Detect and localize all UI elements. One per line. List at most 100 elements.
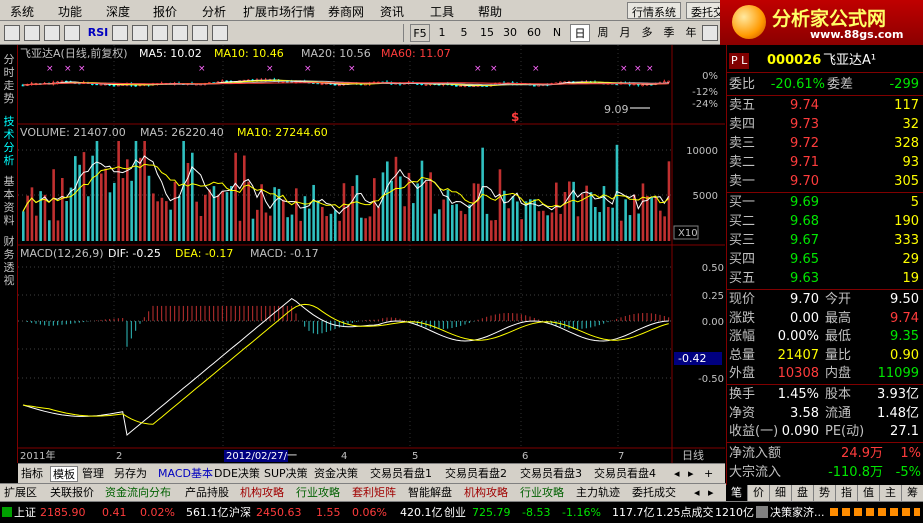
- quote-divider: [727, 72, 923, 73]
- period-menu-icon[interactable]: [702, 25, 718, 41]
- tab-arbitrage[interactable]: 套利矩阵: [352, 485, 396, 501]
- period-quarter[interactable]: 季: [660, 24, 678, 42]
- menu-analysis[interactable]: 分析: [202, 3, 226, 20]
- period-multi[interactable]: 多: [638, 24, 656, 42]
- tab-trader-2[interactable]: 交易员看盘2: [445, 466, 507, 482]
- quote-tab-main[interactable]: 主: [880, 485, 902, 501]
- menu-quote[interactable]: 报价: [153, 3, 177, 20]
- quote-tab-trades[interactable]: 笔: [726, 485, 748, 501]
- pointer-icon[interactable]: [4, 25, 20, 41]
- status-sh-label[interactable]: 上证: [14, 503, 36, 523]
- menu-function[interactable]: 功能: [58, 3, 82, 20]
- tab-template[interactable]: 模板: [50, 466, 78, 482]
- menu-news[interactable]: 资讯: [380, 3, 404, 20]
- menu-extended-market[interactable]: 扩展市场行情: [243, 3, 315, 20]
- period-day[interactable]: 日: [570, 24, 590, 42]
- rsi-button[interactable]: RSI: [86, 24, 110, 42]
- period-60min[interactable]: 60: [524, 24, 544, 42]
- period-n[interactable]: N: [548, 24, 566, 42]
- quote-system-button[interactable]: 行情系统: [627, 2, 681, 19]
- menu-tools[interactable]: 工具: [430, 3, 454, 20]
- tab-capital-flow[interactable]: 资金流向分布: [105, 485, 171, 501]
- tab-fundamentals[interactable]: 基本资料: [1, 175, 17, 233]
- bid-row[interactable]: 买二 9.68 190: [727, 213, 923, 231]
- period-30min[interactable]: 30: [500, 24, 520, 42]
- period-5min[interactable]: 5: [455, 24, 473, 42]
- menu-broker[interactable]: 券商网: [328, 3, 364, 20]
- tab-institution-1[interactable]: 机构攻略: [240, 485, 284, 501]
- right-icon[interactable]: [212, 25, 228, 41]
- tab-dde[interactable]: DDE决策: [214, 466, 260, 482]
- tab-intraday[interactable]: 分时走势: [1, 53, 17, 113]
- period-week[interactable]: 周: [594, 24, 612, 42]
- tab-related-quote[interactable]: 关联报价: [50, 485, 94, 501]
- tab-trader-1[interactable]: 交易员看盘1: [370, 466, 432, 482]
- tab-technical[interactable]: 技术分析: [1, 115, 17, 173]
- f5-button[interactable]: F5: [410, 24, 430, 42]
- tab-order-deal[interactable]: 委托成交: [632, 485, 676, 501]
- tab-extension[interactable]: 扩展区: [4, 485, 37, 501]
- tab-scroll-right-icon[interactable]: ▸: [688, 466, 694, 482]
- bid-volume: 190: [894, 214, 919, 229]
- quote-tab-index[interactable]: 指: [836, 485, 858, 501]
- status-news[interactable]: 决策家济...: [770, 503, 825, 523]
- quote-tab-detail[interactable]: 细: [770, 485, 792, 501]
- left-icon[interactable]: [192, 25, 208, 41]
- stock-picker-icon[interactable]: [112, 25, 128, 41]
- tab-main-track[interactable]: 主力轨迹: [576, 485, 620, 501]
- ask-row[interactable]: 卖一 9.70 305: [727, 173, 923, 191]
- volume-bar: [160, 197, 164, 241]
- tab-save-as[interactable]: 另存为: [114, 466, 147, 482]
- menu-depth[interactable]: 深度: [106, 3, 130, 20]
- tab-institution-2[interactable]: 机构攻略: [464, 485, 508, 501]
- quote-tab-trend[interactable]: 势: [814, 485, 836, 501]
- quote-tab-book[interactable]: 盘: [792, 485, 814, 501]
- refresh-icon[interactable]: [64, 25, 80, 41]
- kline-chart[interactable]: × × × × × × × × × × × × × 飞亚达A(日线,前复权) MA5: 10.02 MA…: [18, 45, 725, 463]
- tab-trader-3[interactable]: 交易员看盘3: [520, 466, 582, 482]
- tab-indicator[interactable]: 指标: [21, 466, 43, 482]
- chart-area[interactable]: × × × × × × × × × × × × × 飞亚达A(日线,前复权) MA5: 10.02 MA…: [18, 45, 725, 463]
- tab-industry-2[interactable]: 行业攻略: [520, 485, 564, 501]
- tab-manage[interactable]: 管理: [82, 466, 104, 482]
- tab-product-holdings[interactable]: 产品持股: [185, 485, 229, 501]
- bid-row[interactable]: 买四 9.65 29: [727, 251, 923, 269]
- tab-financials[interactable]: 财务透视: [1, 235, 17, 293]
- zoom-in-icon[interactable]: [152, 25, 168, 41]
- tab2-scroll-right-icon[interactable]: ▸: [708, 485, 714, 501]
- tab-industry-1[interactable]: 行业攻略: [296, 485, 340, 501]
- ask-row[interactable]: 卖四 9.73 32: [727, 116, 923, 134]
- tab-fund[interactable]: 资金决策: [314, 466, 358, 482]
- bid-row[interactable]: 买一 9.69 5: [727, 194, 923, 212]
- quote-tab-value[interactable]: 值: [858, 485, 880, 501]
- bid-row[interactable]: 买五 9.63 19: [727, 270, 923, 288]
- line-tool-icon[interactable]: [24, 25, 40, 41]
- status-hs-label[interactable]: 沪深: [229, 503, 251, 523]
- tab-trader-4[interactable]: 交易员看盘4: [594, 466, 656, 482]
- period-month[interactable]: 月: [616, 24, 634, 42]
- period-15min[interactable]: 15: [477, 24, 497, 42]
- tab-plus-icon[interactable]: +: [704, 466, 713, 482]
- menu-system[interactable]: 系统: [10, 3, 34, 20]
- tab-scroll-left-icon[interactable]: ◂: [674, 466, 680, 482]
- ask-row[interactable]: 卖二 9.71 93: [727, 154, 923, 172]
- quote-tab-chips[interactable]: 筹: [902, 485, 923, 501]
- bid-row[interactable]: 买三 9.67 333: [727, 232, 923, 250]
- stat2-label: 换手: [729, 387, 756, 402]
- ask-row[interactable]: 卖三 9.72 328: [727, 135, 923, 153]
- period-1min[interactable]: 1: [433, 24, 451, 42]
- menu-help[interactable]: 帮助: [478, 3, 502, 20]
- tab-smart-analysis[interactable]: 智能解盘: [408, 485, 452, 501]
- ask-price: 9.73: [790, 117, 819, 132]
- tab-macd-basic[interactable]: MACD基本: [158, 466, 213, 482]
- tab2-scroll-left-icon[interactable]: ◂: [694, 485, 700, 501]
- ask-row[interactable]: 卖五 9.74 117: [727, 97, 923, 115]
- cross-icon[interactable]: [132, 25, 148, 41]
- status-cy-label[interactable]: 创业: [444, 503, 466, 523]
- chart-type-icon[interactable]: [44, 25, 60, 41]
- volume-bar: [455, 204, 458, 241]
- zoom-out-icon[interactable]: [172, 25, 188, 41]
- period-year[interactable]: 年: [682, 24, 700, 42]
- quote-tab-price[interactable]: 价: [748, 485, 770, 501]
- tab-sup[interactable]: SUP决策: [264, 466, 308, 482]
